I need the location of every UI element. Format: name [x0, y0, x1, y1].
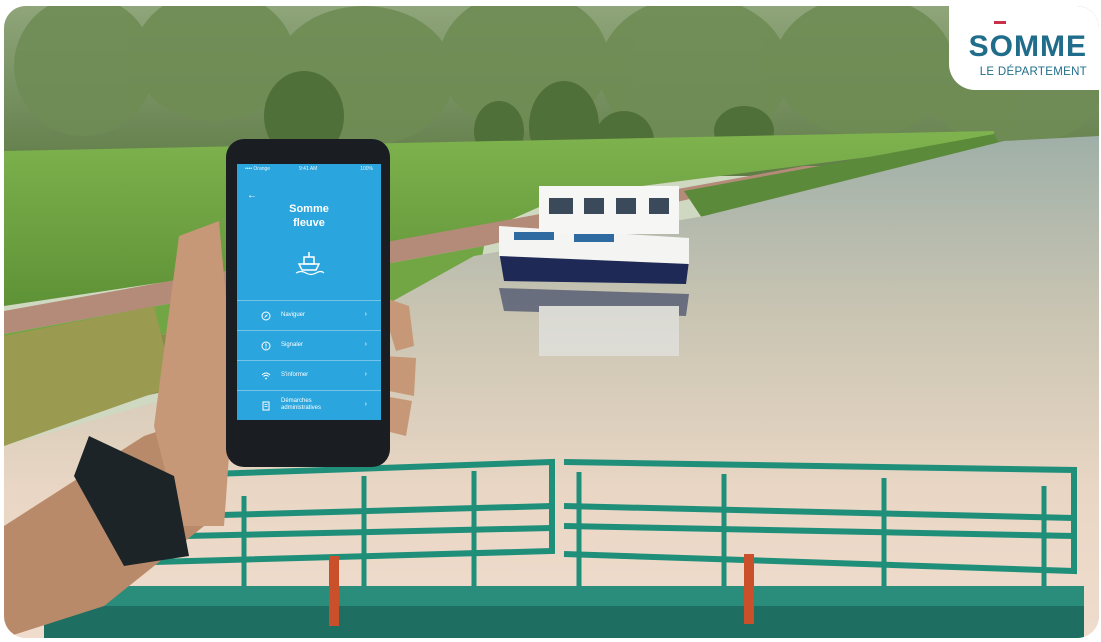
logo-subtitle: LE DÉPARTEMENT [979, 66, 1087, 78]
hero-image-frame: SOMME LE DÉPARTEMENT [4, 6, 1099, 638]
chevron-right-icon: › [364, 311, 367, 318]
status-time: 9:41 AM [299, 166, 318, 172]
menu-item-signaler[interactable]: Signaler › [237, 330, 381, 361]
wifi-icon [261, 372, 271, 380]
menu-item-sinformer[interactable]: S'informer › [237, 360, 381, 391]
status-carrier: •••• Orange [245, 166, 271, 172]
logo-accent-mark [994, 21, 1006, 24]
menu-label: Démarches administratives [281, 398, 322, 411]
app-title-line2: fleuve [293, 217, 325, 229]
status-battery: 100% [360, 166, 373, 172]
app-title: Somme fleuve [237, 202, 381, 230]
app-title-line1: Somme [289, 203, 329, 215]
logo-somme: SOMME [968, 30, 1087, 63]
compass-icon [261, 311, 271, 321]
menu-item-demarches[interactable]: Démarches administratives › [237, 390, 381, 420]
menu-item-naviguer[interactable]: Naviguer › [237, 300, 381, 331]
document-icon [262, 401, 270, 411]
back-arrow-icon[interactable]: ← [247, 190, 257, 201]
logo-badge: SOMME LE DÉPARTEMENT [949, 6, 1099, 90]
menu-label: Signaler [281, 342, 304, 348]
alert-icon [261, 341, 271, 351]
app-screen: •••• Orange 9:41 AM 100% ← Somme fleuve … [237, 164, 381, 420]
boat-icon [295, 252, 325, 276]
chevron-right-icon: › [364, 341, 367, 348]
chevron-right-icon: › [364, 371, 367, 378]
canal-scene-photo [4, 6, 1099, 638]
status-bar: •••• Orange 9:41 AM 100% [237, 166, 381, 174]
menu-label: S'informer [281, 372, 309, 378]
menu-label: Naviguer [281, 312, 306, 318]
chevron-right-icon: › [364, 401, 367, 408]
